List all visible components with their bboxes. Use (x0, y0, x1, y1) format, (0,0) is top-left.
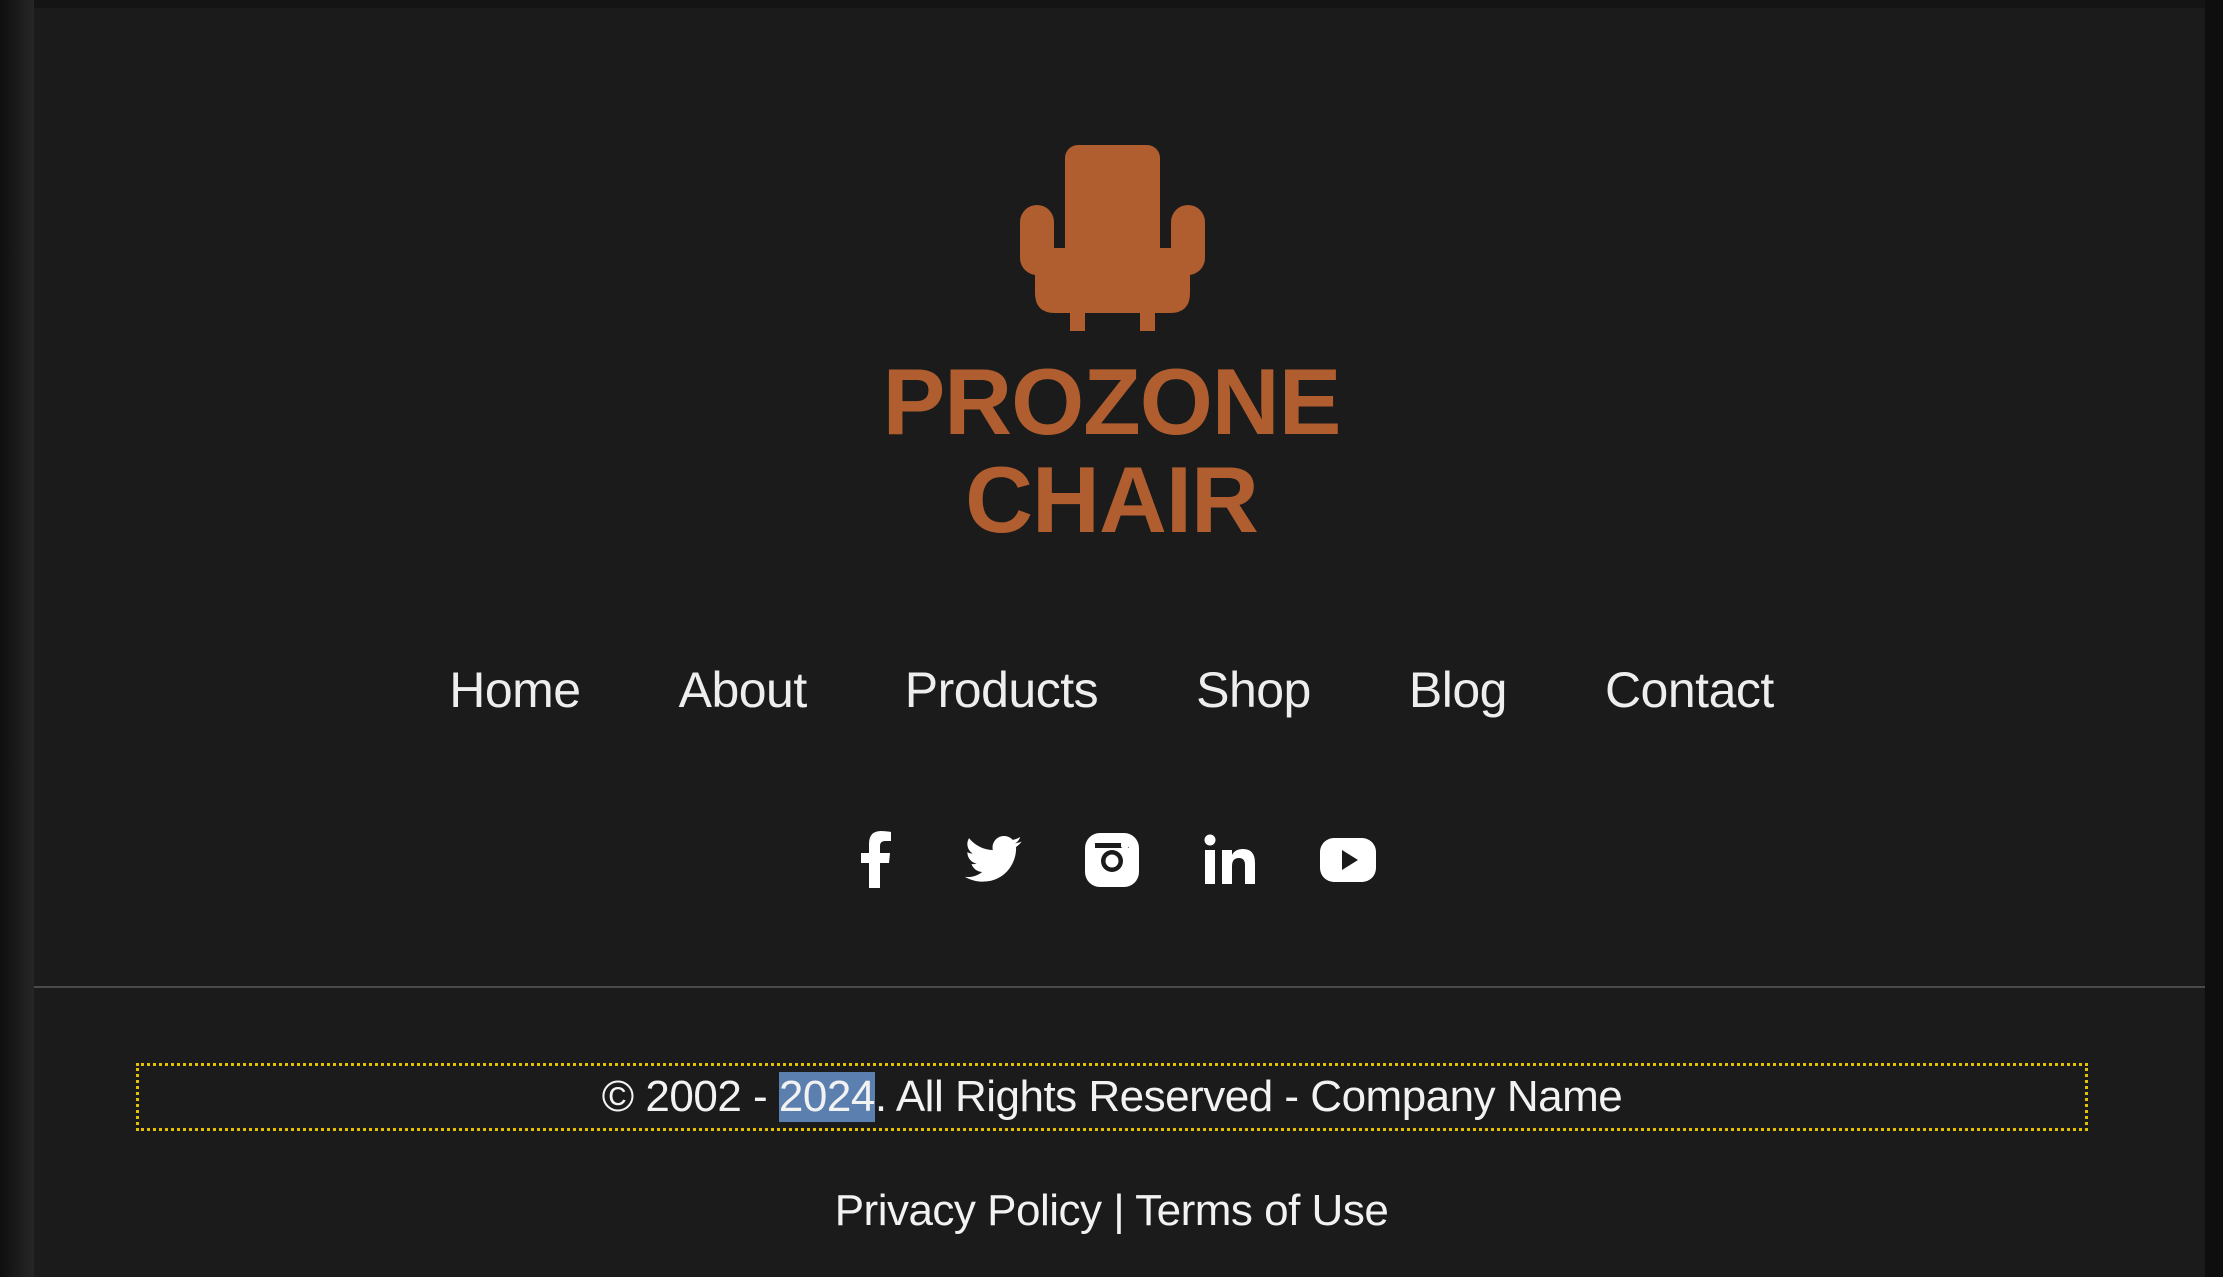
nav-link-contact[interactable]: Contact (1605, 661, 1774, 719)
footer-divider (34, 986, 2205, 988)
legal-separator: | (1101, 1186, 1136, 1235)
armchair-icon (1020, 145, 1205, 331)
nav-link-home[interactable]: Home (449, 661, 581, 719)
nav-link-shop[interactable]: Shop (1196, 661, 1311, 719)
instagram-icon[interactable] (1082, 830, 1142, 890)
copyright-text: © 2002 - 2024. All Rights Reserved - Com… (136, 1063, 2088, 1131)
copyright-suffix: . All Rights Reserved - Company Name (874, 1072, 1623, 1121)
twitter-icon[interactable] (964, 830, 1024, 890)
privacy-policy-link[interactable]: Privacy Policy (835, 1186, 1102, 1235)
nav-link-about[interactable]: About (679, 661, 808, 719)
brand-name-line1: PROZONE (882, 349, 1342, 454)
legal-links: Privacy Policy | Terms of Use (0, 1186, 2223, 1236)
copyright-year: 2024 (778, 1072, 875, 1122)
page-edge-left (0, 0, 34, 1277)
linkedin-icon[interactable] (1200, 830, 1260, 890)
youtube-icon[interactable] (1318, 830, 1378, 890)
nav-link-products[interactable]: Products (905, 661, 1099, 719)
terms-of-use-link[interactable]: Terms of Use (1135, 1186, 1389, 1235)
copyright-prefix: © 2002 - (601, 1072, 779, 1121)
brand-name-line2: CHAIR (965, 447, 1259, 552)
facebook-icon[interactable] (846, 830, 906, 890)
nav-link-blog[interactable]: Blog (1409, 661, 1508, 719)
page-edge-right (2205, 0, 2223, 1277)
footer-nav: Home About Products Shop Blog Contact (0, 655, 2223, 725)
social-links (0, 825, 2223, 895)
